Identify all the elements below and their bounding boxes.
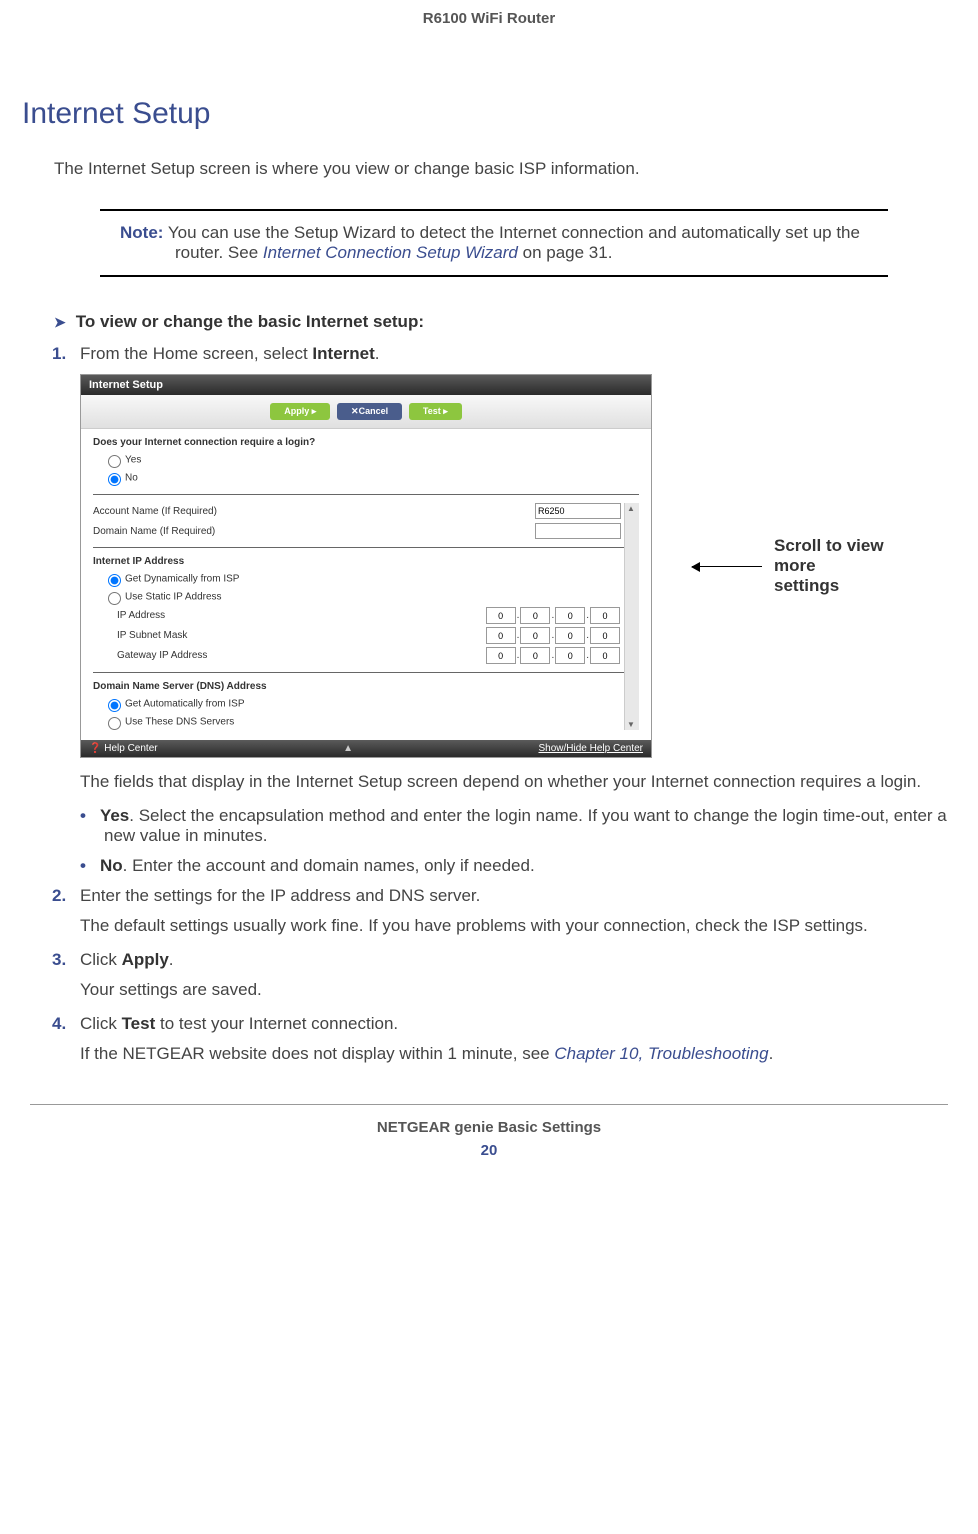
account-name-label: Account Name (If Required)	[93, 506, 535, 517]
domain-name-label: Domain Name (If Required)	[93, 526, 535, 537]
radio-no[interactable]: No	[103, 470, 639, 486]
ip-address-label: IP Address	[93, 610, 257, 621]
cancel-button[interactable]: ✕Cancel	[337, 403, 402, 420]
procedure-arrow-icon: ➤	[54, 314, 66, 330]
scrollbar[interactable]	[624, 503, 639, 730]
footer-page-number: 20	[30, 1142, 948, 1159]
help-center[interactable]: ❓ Help Center	[89, 743, 158, 754]
domain-name-input[interactable]	[535, 523, 621, 539]
show-hide-help[interactable]: Show/Hide Help Center	[539, 743, 644, 754]
step-2-followup: The default settings usually work fine. …	[80, 916, 948, 936]
dns-section-title: Domain Name Server (DNS) Address	[93, 681, 639, 692]
annotation-arrow-icon	[692, 566, 762, 567]
step-2: 2.Enter the settings for the IP address …	[80, 886, 948, 906]
step-3: 3.Click Apply.	[80, 950, 948, 970]
ss-title: Internet Setup	[81, 375, 651, 395]
radio-ip-static[interactable]: Use Static IP Address	[103, 589, 639, 605]
bullet-yes: •Yes. Select the encapsulation method an…	[104, 806, 948, 846]
step-4: 4.Click Test to test your Internet conne…	[80, 1014, 948, 1034]
step-4-followup: If the NETGEAR website does not display …	[80, 1044, 948, 1064]
radio-dns-auto[interactable]: Get Automatically from ISP	[103, 696, 639, 712]
test-button[interactable]: Test ▸	[409, 403, 462, 420]
bullet-no: •No. Enter the account and domain names,…	[104, 856, 948, 876]
radio-yes[interactable]: Yes	[103, 452, 639, 468]
after-screenshot-text: The fields that display in the Internet …	[80, 772, 948, 792]
note-label: Note:	[120, 223, 163, 242]
note-text-after: on page 31.	[518, 243, 613, 262]
step-3-followup: Your settings are saved.	[80, 980, 948, 1000]
page-header: R6100 WiFi Router	[30, 10, 948, 27]
ss-toolbar: Apply ▸ ✕Cancel Test ▸	[81, 395, 651, 429]
ss-question: Does your Internet connection require a …	[93, 437, 639, 448]
note-box: Note: You can use the Setup Wizard to de…	[100, 209, 888, 277]
ip-octet[interactable]	[486, 607, 516, 624]
apply-button[interactable]: Apply ▸	[270, 403, 330, 420]
step-1: 1.From the Home screen, select Internet.	[80, 344, 948, 364]
screenshot-panel: Internet Setup Apply ▸ ✕Cancel Test ▸ Do…	[80, 374, 652, 758]
ip-section-title: Internet IP Address	[93, 556, 639, 567]
intro-text: The Internet Setup screen is where you v…	[54, 159, 948, 179]
ip-gateway-label: Gateway IP Address	[93, 650, 257, 661]
troubleshooting-link[interactable]: Chapter 10, Troubleshooting	[554, 1044, 768, 1063]
note-link[interactable]: Internet Connection Setup Wizard	[263, 243, 518, 262]
annotation-text: Scroll to view more settings	[774, 536, 884, 596]
step-number: 1.	[52, 344, 80, 364]
section-title: Internet Setup	[22, 97, 948, 131]
footer-title: NETGEAR genie Basic Settings	[30, 1119, 948, 1136]
procedure-header: ➤To view or change the basic Internet se…	[54, 312, 948, 332]
ip-subnet-label: IP Subnet Mask	[93, 630, 257, 641]
radio-ip-dynamic[interactable]: Get Dynamically from ISP	[103, 571, 639, 587]
radio-dns-static[interactable]: Use These DNS Servers	[103, 714, 639, 730]
account-name-input[interactable]	[535, 503, 621, 519]
